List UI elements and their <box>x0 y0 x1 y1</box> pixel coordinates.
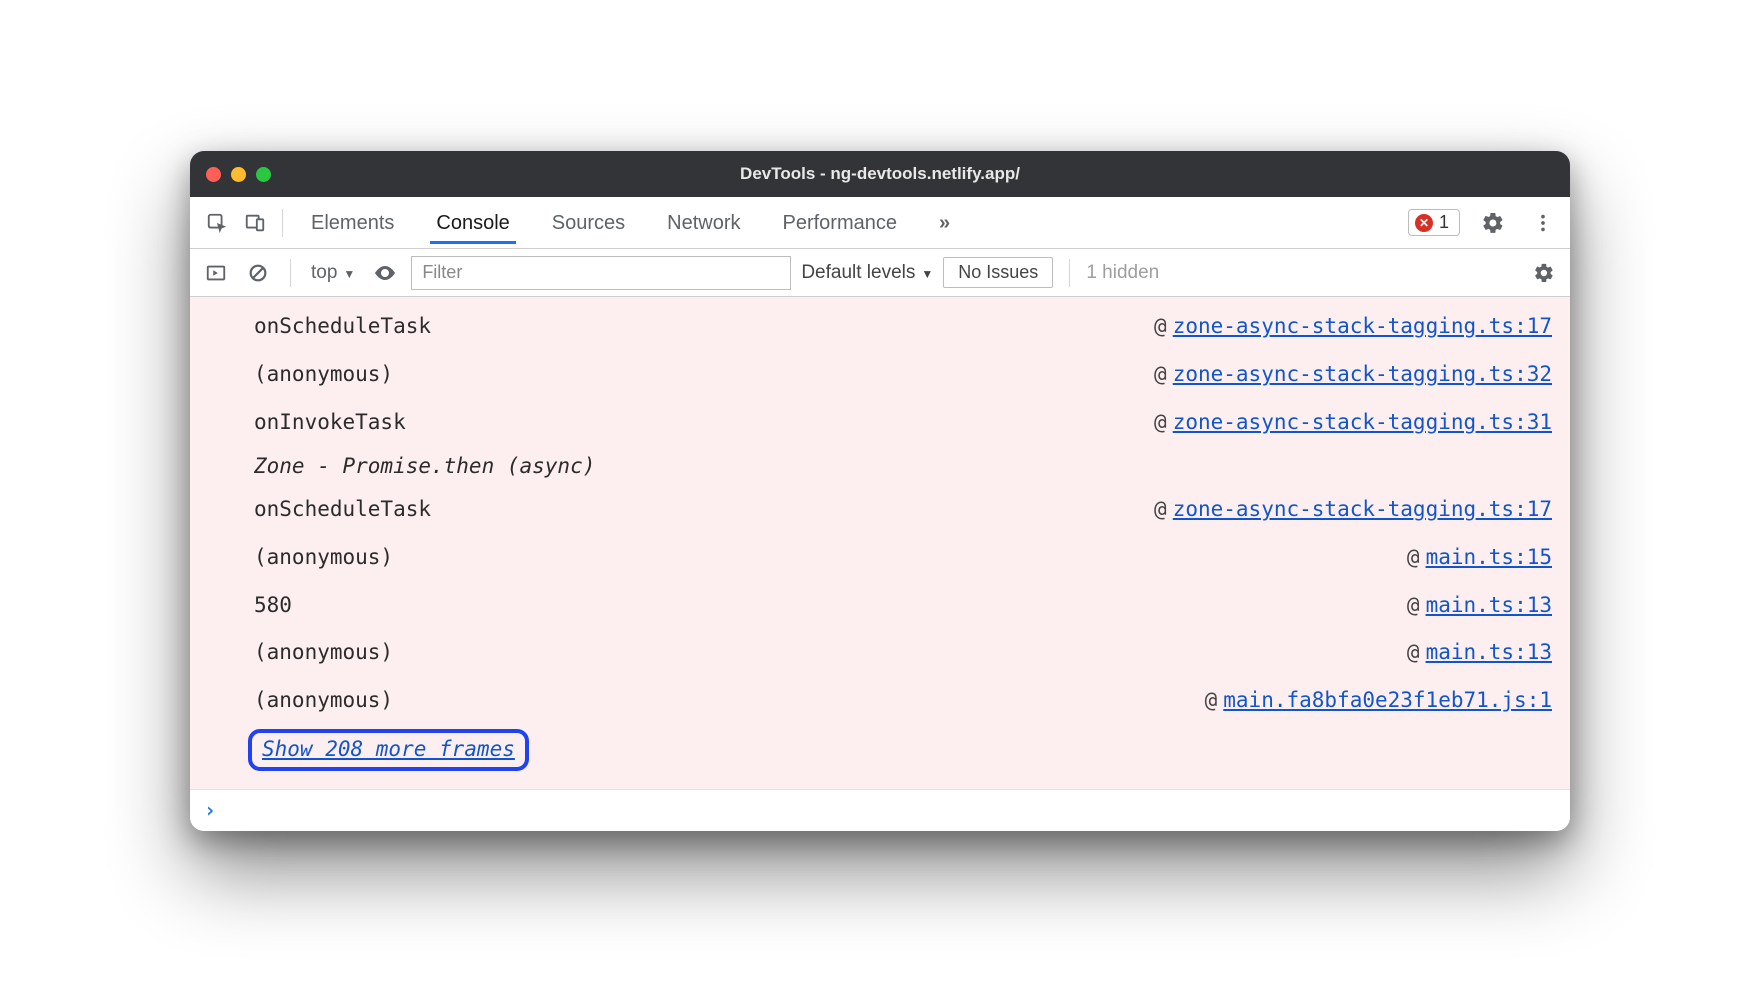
window-controls <box>206 167 271 182</box>
execution-context-selector[interactable]: top ▼ <box>307 260 359 286</box>
console-output: onScheduleTask @zone-async-stack-tagging… <box>190 297 1570 789</box>
source-link[interactable]: zone-async-stack-tagging.ts:17 <box>1173 314 1552 338</box>
live-expression-eye-icon[interactable] <box>369 257 401 289</box>
tab-sources[interactable]: Sources <box>546 202 631 244</box>
zoom-window-button[interactable] <box>256 167 271 182</box>
frame-function: (anonymous) <box>254 540 393 576</box>
source-link[interactable]: zone-async-stack-tagging.ts:17 <box>1173 497 1552 521</box>
stack-frame: (anonymous) @main.fa8bfa0e23f1eb71.js:1 <box>248 677 1558 725</box>
stack-frame: (anonymous) @zone-async-stack-tagging.ts… <box>248 351 1558 399</box>
separator <box>282 209 283 237</box>
tabs-overflow-icon[interactable]: » <box>933 202 956 244</box>
frame-function: (anonymous) <box>254 635 393 671</box>
log-levels-selector[interactable]: Default levels ▼ <box>801 262 933 284</box>
hidden-count: 1 hidden <box>1086 262 1159 284</box>
source-link[interactable]: zone-async-stack-tagging.ts:32 <box>1173 362 1552 386</box>
close-window-button[interactable] <box>206 167 221 182</box>
tab-label: Performance <box>783 212 898 234</box>
levels-label: Default levels <box>801 262 915 284</box>
error-count: 1 <box>1439 212 1449 233</box>
stack-frame: (anonymous) @main.ts:13 <box>248 629 1558 677</box>
stack-frame: (anonymous) @main.ts:15 <box>248 534 1558 582</box>
frame-function: (anonymous) <box>254 683 393 719</box>
toggle-console-drawer-icon[interactable] <box>200 257 232 289</box>
issues-button[interactable]: No Issues <box>943 257 1053 288</box>
source-link[interactable]: main.fa8bfa0e23f1eb71.js:1 <box>1223 688 1552 712</box>
error-icon: ✕ <box>1415 214 1433 232</box>
tab-label: Elements <box>311 212 394 234</box>
tab-network[interactable]: Network <box>661 202 746 244</box>
source-link[interactable]: main.ts:13 <box>1426 640 1552 664</box>
frame-function: onScheduleTask <box>254 309 431 345</box>
issues-label: No Issues <box>958 262 1038 282</box>
kebab-menu-icon[interactable] <box>1526 206 1560 240</box>
main-tabbar: Elements Console Sources Network Perform… <box>190 197 1570 249</box>
console-prompt[interactable]: › <box>190 789 1570 831</box>
tab-label: Network <box>667 212 740 234</box>
async-boundary: Zone - Promise.then (async) <box>248 446 1558 486</box>
filter-input[interactable] <box>411 256 791 290</box>
titlebar: DevTools - ng-devtools.netlify.app/ <box>190 151 1570 197</box>
tab-console[interactable]: Console <box>430 202 515 244</box>
settings-gear-icon[interactable] <box>1476 206 1510 240</box>
stack-frame: onInvokeTask @zone-async-stack-tagging.t… <box>248 399 1558 447</box>
separator <box>1069 259 1070 287</box>
frame-function: 580 <box>254 588 292 624</box>
tab-elements[interactable]: Elements <box>305 202 400 244</box>
show-more-frames-link[interactable]: Show 208 more frames <box>262 737 515 761</box>
separator <box>290 259 291 287</box>
tab-label: Sources <box>552 212 625 234</box>
panel-tabs: Elements Console Sources Network Perform… <box>305 202 956 244</box>
error-count-pill[interactable]: ✕ 1 <box>1408 209 1460 236</box>
tab-label: Console <box>436 212 509 234</box>
stack-frame: onScheduleTask @zone-async-stack-tagging… <box>248 486 1558 534</box>
devtools-window: DevTools - ng-devtools.netlify.app/ Elem… <box>190 151 1570 831</box>
prompt-caret-icon: › <box>204 798 216 822</box>
window-title: DevTools - ng-devtools.netlify.app/ <box>190 164 1570 184</box>
chevron-down-icon: ▼ <box>343 267 355 281</box>
inspect-element-icon[interactable] <box>200 206 234 240</box>
console-settings-gear-icon[interactable] <box>1528 257 1560 289</box>
device-toolbar-icon[interactable] <box>238 206 272 240</box>
tab-performance[interactable]: Performance <box>777 202 904 244</box>
stack-frame: onScheduleTask @zone-async-stack-tagging… <box>248 303 1558 351</box>
clear-console-icon[interactable] <box>242 257 274 289</box>
chevron-down-icon: ▼ <box>921 267 933 281</box>
source-link[interactable]: main.ts:15 <box>1426 545 1552 569</box>
stack-frame: 580 @main.ts:13 <box>248 582 1558 630</box>
source-link[interactable]: main.ts:13 <box>1426 593 1552 617</box>
show-more-frames-highlight: Show 208 more frames <box>248 729 529 771</box>
frame-function: onInvokeTask <box>254 405 406 441</box>
frame-function: onScheduleTask <box>254 492 431 528</box>
context-label: top <box>311 262 337 284</box>
console-toolbar: top ▼ Default levels ▼ No Issues 1 hidde… <box>190 249 1570 297</box>
minimize-window-button[interactable] <box>231 167 246 182</box>
source-link[interactable]: zone-async-stack-tagging.ts:31 <box>1173 410 1552 434</box>
frame-function: (anonymous) <box>254 357 393 393</box>
